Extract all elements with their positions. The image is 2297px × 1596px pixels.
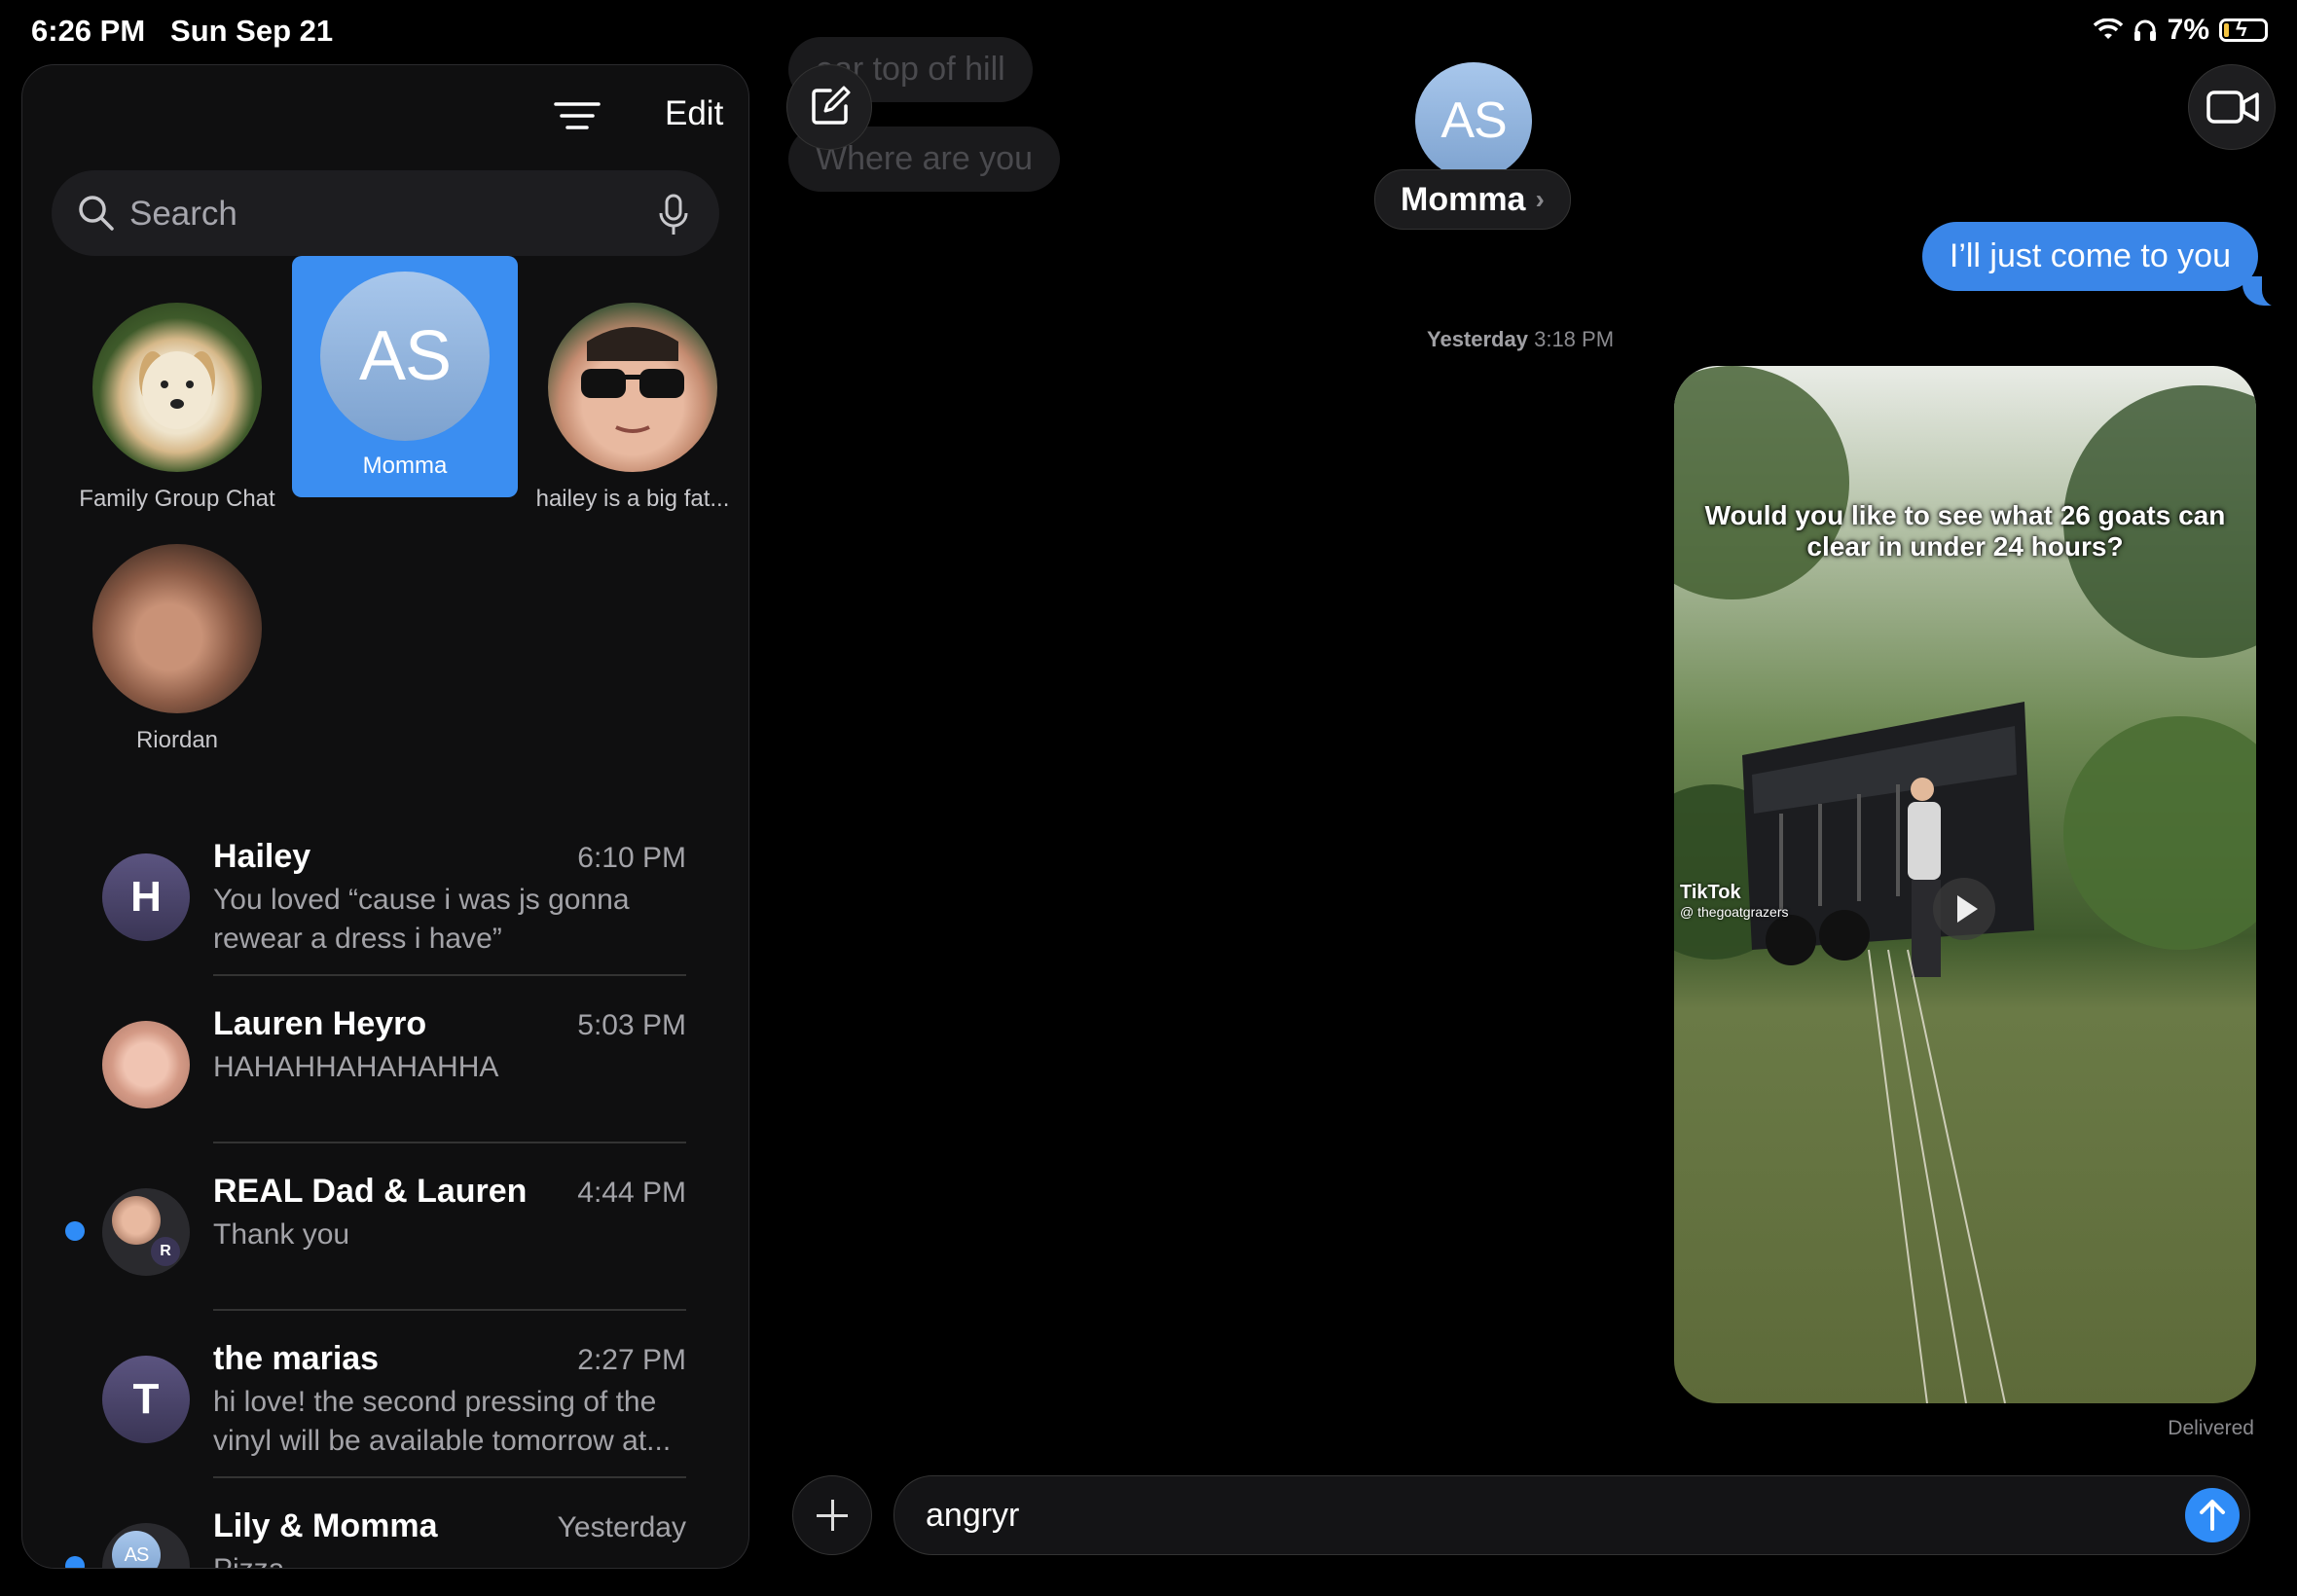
message-field[interactable]	[893, 1475, 2250, 1555]
search-bar[interactable]	[52, 170, 719, 256]
arrow-up-icon	[2200, 1500, 2225, 1531]
unread-indicator	[65, 1556, 85, 1568]
group-member-badge: R	[151, 1237, 180, 1266]
conversation-preview: Thank you	[213, 1218, 350, 1251]
status-right: 7% ϟ	[2093, 14, 2268, 47]
pinned-hailey[interactable]: hailey is a big fat...	[520, 289, 746, 530]
conversation-name: Lily & Momma	[213, 1507, 438, 1544]
headphones-icon	[2133, 19, 2156, 41]
conversation-time: 2:27 PM	[577, 1344, 686, 1376]
send-button[interactable]	[2185, 1488, 2240, 1542]
status-bar: 6:26 PM Sun Sep 21 7% ϟ	[0, 0, 2297, 60]
conversation-name: the marias	[213, 1340, 380, 1377]
avatar: T	[102, 1356, 190, 1443]
conversation-sidebar: Edit Family Group Ch	[21, 64, 749, 1569]
status-date: Sun Sep 21	[170, 14, 334, 48]
pinned-label: Riordan	[135, 727, 219, 753]
pinned-label: Family Group Chat	[79, 486, 275, 512]
pinned-label: Momma	[362, 453, 448, 479]
conversation-lauren-heyro[interactable]: Lauren Heyro 5:03 PM HAHAHHAHAHAHHA	[22, 976, 748, 1143]
avatar	[92, 303, 262, 472]
tiktok-brand: TikTok	[1680, 882, 1741, 903]
video-attachment[interactable]: Would you like to see what 26 goats can …	[1674, 366, 2256, 1403]
avatar: AS	[320, 272, 490, 441]
compose-button[interactable]	[786, 64, 872, 150]
search-input[interactable]	[128, 188, 657, 240]
add-attachment-button[interactable]	[792, 1475, 872, 1555]
conversation-time: 6:10 PM	[577, 842, 686, 874]
conversation-preview: You loved “cause i was js gonna rewear a…	[213, 884, 630, 955]
conversation-preview: HAHAHHAHAHAHHA	[213, 1051, 499, 1083]
avatar	[112, 1196, 161, 1245]
conversation-preview: Pizza	[213, 1550, 690, 1568]
conversation-time: Yesterday	[557, 1511, 686, 1543]
search-icon	[79, 196, 114, 231]
sent-message[interactable]: I’ll just come to you	[1921, 222, 2258, 291]
play-icon[interactable]	[1933, 878, 1995, 940]
pinned-label: hailey is a big fat...	[535, 486, 730, 512]
conversation-lily-momma[interactable]: AS LS Lily & Momma Yesterday Pizza	[22, 1478, 748, 1568]
tiktok-watermark: TikTok @ thegoatgrazers	[1680, 882, 1789, 920]
face-photo	[581, 327, 684, 433]
puppy-photo	[139, 351, 215, 429]
avatar: AS	[112, 1531, 161, 1568]
unread-indicator	[65, 1221, 85, 1241]
conversation-hailey[interactable]: H Hailey 6:10 PM You loved “cause i was …	[22, 809, 748, 976]
status-time: 6:26 PM Sun Sep 21	[31, 14, 334, 48]
microphone-icon[interactable]	[657, 194, 690, 236]
chevron-right-icon: ›	[1535, 184, 1545, 214]
conversation-name: Hailey	[213, 838, 311, 875]
facetime-video-button[interactable]	[2188, 64, 2276, 150]
avatar	[92, 544, 262, 713]
contact-name-button[interactable]: Momma ›	[1374, 169, 1571, 230]
video-caption: Would you like to see what 26 goats can …	[1704, 500, 2226, 562]
avatar	[102, 1021, 190, 1108]
pinned-riordan[interactable]: Riordan	[64, 530, 290, 772]
avatar	[548, 303, 717, 472]
battery-percent: 7%	[2167, 14, 2209, 46]
chat-pane: ear top of hill Where are you AS Momma ›…	[759, 37, 2297, 1596]
conversation-name: Lauren Heyro	[213, 1005, 427, 1042]
video-camera-icon	[2206, 91, 2259, 124]
filter-icon[interactable]	[552, 92, 602, 143]
conversation-the-marias[interactable]: T the marias 2:27 PM hi love! the second…	[22, 1311, 748, 1478]
contact-name: Momma	[1401, 180, 1526, 218]
pinned-family-group-chat[interactable]: Family Group Chat	[64, 289, 290, 530]
wifi-icon	[2093, 18, 2123, 39]
message-timestamp: Yesterday 3:18 PM	[1427, 327, 1615, 351]
group-avatar: R	[102, 1188, 190, 1276]
pinned-momma[interactable]: AS Momma	[292, 256, 518, 497]
message-input[interactable]	[924, 1490, 2096, 1541]
contact-avatar[interactable]: AS	[1415, 62, 1532, 179]
conversation-preview: hi love! the second pressing of the viny…	[213, 1386, 672, 1457]
conversation-time: 5:03 PM	[577, 1009, 686, 1041]
battery-charging-icon: ϟ	[2219, 17, 2268, 42]
group-avatar: AS LS	[102, 1523, 190, 1568]
delivery-status: Delivered	[2168, 1417, 2254, 1439]
conversation-name: REAL Dad & Lauren	[213, 1173, 528, 1210]
conversation-real-dad-lauren[interactable]: R REAL Dad & Lauren 4:44 PM Thank you	[22, 1143, 748, 1311]
tiktok-handle: @ thegoatgrazers	[1680, 904, 1789, 920]
edit-button[interactable]: Edit	[659, 85, 729, 143]
avatar: H	[102, 853, 190, 941]
conversation-time: 4:44 PM	[577, 1177, 686, 1209]
compose-icon	[812, 86, 851, 125]
